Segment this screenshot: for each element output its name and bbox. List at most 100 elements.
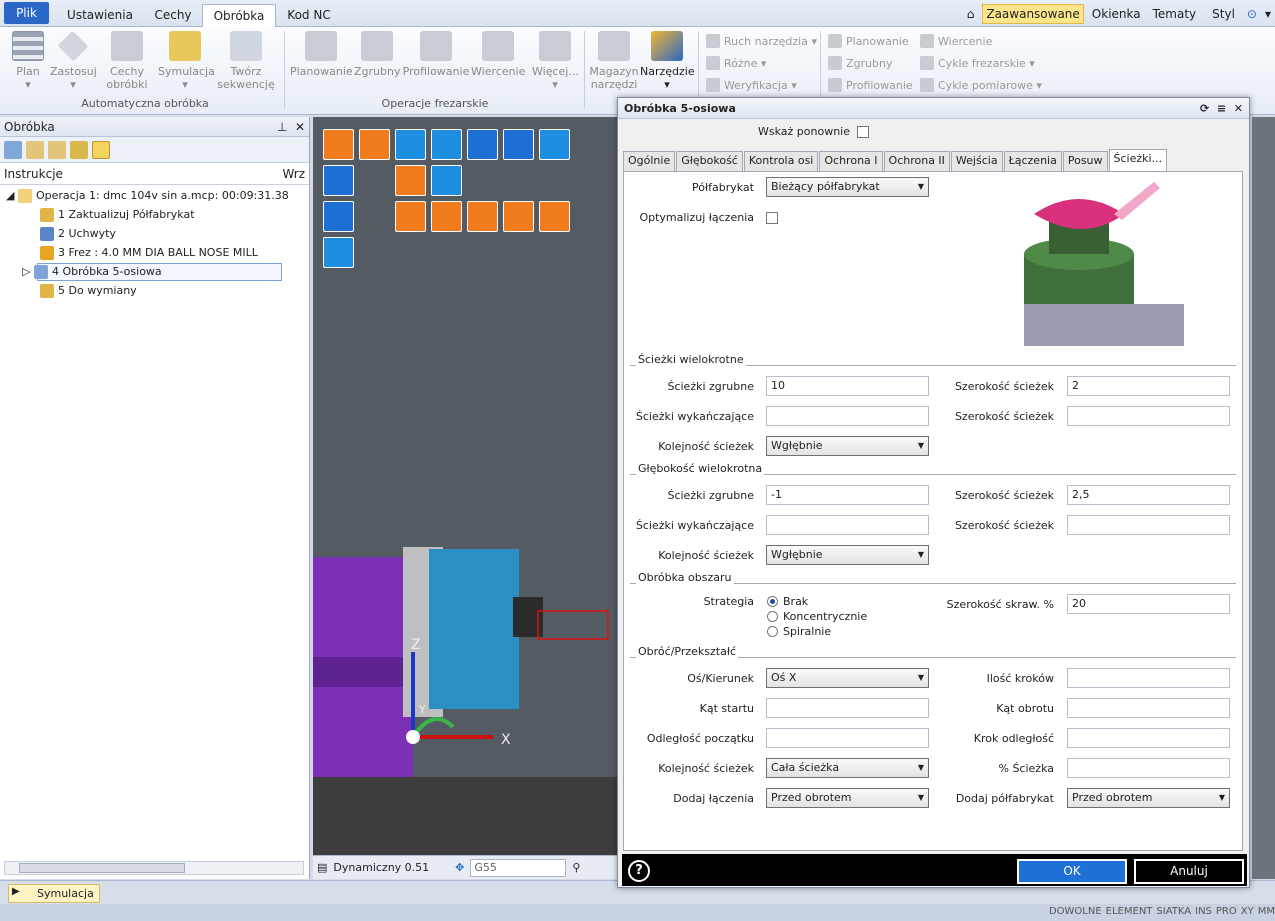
radio-spiral[interactable] xyxy=(767,626,778,637)
milling-cycles-item[interactable]: Cykle frezarskie ▾ xyxy=(920,54,1035,72)
depth-order-select[interactable]: Wgłębnie xyxy=(766,545,929,565)
tab-entries[interactable]: Wejścia xyxy=(950,151,1003,171)
add-links-select[interactable]: Przed obrotem xyxy=(766,788,929,808)
zoom-icon[interactable] xyxy=(467,129,498,160)
advanced-button[interactable]: Zaawansowane xyxy=(982,4,1084,24)
style-menu[interactable]: Styl xyxy=(1208,7,1239,21)
tab-nc-code[interactable]: Kod NC xyxy=(276,4,342,27)
path-width-input[interactable]: 2 xyxy=(1067,376,1230,396)
view-machine-button[interactable] xyxy=(395,129,426,160)
close-icon[interactable]: ✕ xyxy=(295,120,305,134)
tab-protection-1[interactable]: Ochrona I xyxy=(819,151,883,171)
tool-button[interactable]: Narzędzie ▾ xyxy=(640,31,695,91)
depth-finish-input[interactable] xyxy=(766,515,929,535)
tab-protection-2[interactable]: Ochrona II xyxy=(883,151,950,171)
depth-rough-input[interactable]: -1 xyxy=(766,485,929,505)
probe-icon[interactable]: ⚲ xyxy=(572,861,580,874)
tab-axis-control[interactable]: Kontrola osi xyxy=(743,151,819,171)
windows-menu[interactable]: Okienka xyxy=(1092,7,1141,21)
status-free[interactable]: DOWOLNE xyxy=(1049,906,1102,917)
rough-paths-input[interactable]: 10 xyxy=(766,376,929,396)
globe-icon[interactable] xyxy=(70,140,88,159)
machine-view-3[interactable] xyxy=(431,165,462,196)
machine-view-5[interactable] xyxy=(431,201,462,232)
small-drilling-item[interactable]: Wiercenie xyxy=(920,32,992,50)
apply-button[interactable]: Zastosuj ▾ xyxy=(50,30,97,91)
tab-links[interactable]: Łączenia xyxy=(1003,151,1062,171)
depth-width-input-2[interactable] xyxy=(1067,515,1230,535)
layout-icon[interactable] xyxy=(539,129,570,160)
3d-viewport[interactable]: Z X Y xyxy=(313,117,619,855)
machine-view-7[interactable] xyxy=(503,201,534,232)
profiling-button[interactable]: Profilowanie xyxy=(402,31,470,78)
menu-icon[interactable]: ≡ xyxy=(1217,102,1226,115)
machine-view-6[interactable] xyxy=(467,201,498,232)
machine-view-8[interactable] xyxy=(539,201,570,232)
finish-paths-input[interactable] xyxy=(766,406,929,426)
small-planning-item[interactable]: Planowanie xyxy=(828,32,909,50)
verification-item[interactable]: Weryfikacja ▾ xyxy=(706,76,797,94)
create-sequence-button[interactable]: Twórz sekwencję xyxy=(214,31,278,91)
plan-button[interactable]: Plan ▾ xyxy=(8,31,48,91)
tab-general[interactable]: Ogólnie xyxy=(623,151,676,171)
status-pro[interactable]: PRO xyxy=(1216,906,1237,917)
start-distance-input[interactable] xyxy=(766,728,929,748)
status-grid[interactable]: SIATKA xyxy=(1156,906,1191,917)
refresh-dialog-icon[interactable]: ⟳ xyxy=(1200,102,1209,115)
percent-path-input[interactable] xyxy=(1067,758,1230,778)
more-button[interactable]: Więcej... ▾ xyxy=(532,31,579,91)
optimize-links-checkbox[interactable] xyxy=(766,212,778,224)
tool-magazine-button[interactable]: Magazyn narzędzi xyxy=(588,31,640,91)
status-element[interactable]: ELEMENT xyxy=(1106,906,1153,917)
status-ins[interactable]: INS xyxy=(1195,906,1212,917)
status-xy[interactable]: XY xyxy=(1241,906,1254,917)
tree-item-mill[interactable]: 3 Frez : 4.0 MM DIA BALL NOSE MILL xyxy=(40,244,258,262)
play-icon[interactable]: ▶ xyxy=(12,886,20,897)
tab-feed[interactable]: Posuw xyxy=(1062,151,1108,171)
house-icon[interactable]: ⌂ xyxy=(967,7,975,21)
cancel-button[interactable]: Anuluj xyxy=(1134,859,1244,884)
small-profiling-item[interactable]: Profilowanie xyxy=(828,76,913,94)
step-distance-input[interactable] xyxy=(1067,728,1230,748)
probing-cycles-item[interactable]: Cykle pomiarowe ▾ xyxy=(920,76,1042,94)
cube-view-icon-3[interactable] xyxy=(323,237,354,268)
stock-select[interactable]: Bieżący półfabrykat xyxy=(766,177,929,197)
list-icon[interactable] xyxy=(48,140,66,159)
tree-item-replace[interactable]: 5 Do wymiany xyxy=(40,282,137,300)
tree-operation[interactable]: ◢ Operacja 1: dmc 104v sin a.mcp: 00:09:… xyxy=(6,187,289,205)
depth-width-input[interactable]: 2,5 xyxy=(1067,485,1230,505)
list-view-icon[interactable] xyxy=(503,129,534,160)
tab-depth[interactable]: Głębokość xyxy=(676,151,743,171)
wcs-select[interactable]: G55 xyxy=(470,858,567,877)
simulation-button[interactable]: Symulacja ▾ xyxy=(158,31,215,91)
horizontal-scrollbar[interactable] xyxy=(4,861,304,875)
sync-icon[interactable] xyxy=(92,140,110,159)
tab-file[interactable]: Plik xyxy=(4,2,49,24)
show-again-checkbox[interactable] xyxy=(857,126,869,138)
view-front-button[interactable] xyxy=(359,129,390,160)
machine-view-4[interactable] xyxy=(395,201,426,232)
filter-icon[interactable] xyxy=(26,140,44,159)
help-button[interactable]: ? xyxy=(628,860,650,882)
tree-item-5axis[interactable]: ▷ 4 Obróbka 5-osiowa xyxy=(22,263,162,281)
features-button[interactable]: Cechy obróbki xyxy=(104,31,150,91)
machine-view-2[interactable] xyxy=(395,165,426,196)
simulation-tab[interactable]: Symulacja xyxy=(8,884,100,903)
tab-features[interactable]: Cechy xyxy=(144,4,202,27)
expand-icon[interactable]: ▷ xyxy=(22,265,30,278)
tool-view-button[interactable] xyxy=(431,129,462,160)
tab-settings[interactable]: Ustawienia xyxy=(56,4,144,27)
tab-machining[interactable]: Obróbka xyxy=(202,4,276,27)
col-spindle[interactable]: Wrz xyxy=(282,167,305,181)
add-stock-select[interactable]: Przed obrotem xyxy=(1067,788,1230,808)
pin-icon[interactable]: ⊥ xyxy=(277,120,287,134)
radio-none[interactable] xyxy=(767,596,778,607)
help-icon[interactable]: ⊙ xyxy=(1247,7,1257,21)
collapse-icon[interactable]: ◢ xyxy=(6,189,14,202)
start-angle-input[interactable] xyxy=(766,698,929,718)
rough-button[interactable]: Zgrubny xyxy=(354,31,400,78)
dialog-close-icon[interactable]: ✕ xyxy=(1234,102,1243,115)
misc-item[interactable]: Różne ▾ xyxy=(706,54,766,72)
view-mode-label[interactable]: Dynamiczny 0.51 xyxy=(333,861,429,874)
steps-input[interactable] xyxy=(1067,668,1230,688)
